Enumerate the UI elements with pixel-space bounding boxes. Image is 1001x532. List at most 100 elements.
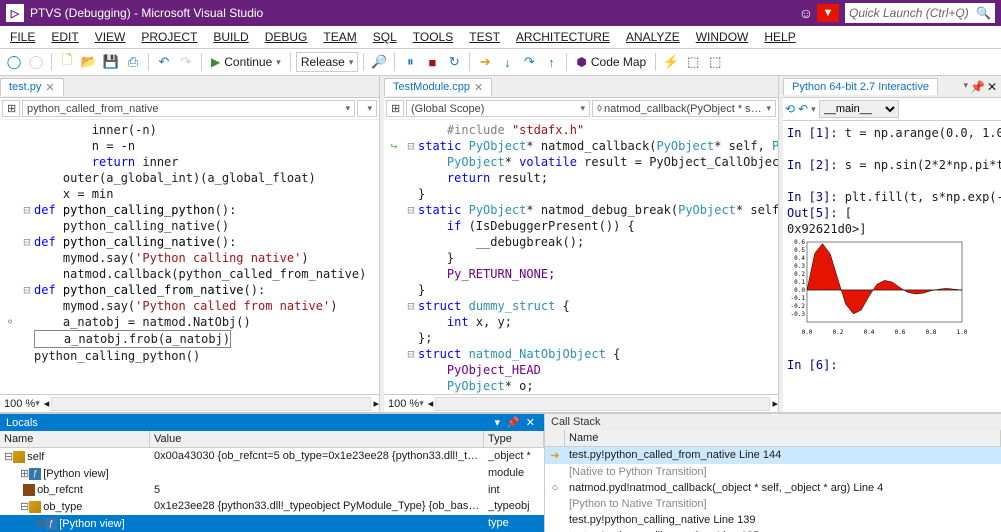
menu-analyze[interactable]: ANALYZE [620, 28, 686, 46]
menu-help[interactable]: HELP [758, 28, 801, 46]
scope-dropdown[interactable]: python_called_from_native▾ [22, 100, 355, 117]
nav-icon[interactable]: ⊞ [386, 100, 404, 117]
menu-debug[interactable]: DEBUG [259, 28, 314, 46]
table-row[interactable]: ○natmod.pyd!natmod_callback(_object * se… [545, 480, 1001, 496]
code-map-button[interactable]: ⬢ Code Map [572, 55, 650, 69]
horizontal-scrollbar[interactable] [435, 397, 770, 411]
dropdown-icon[interactable]: ▾ [492, 416, 504, 429]
dropdown-icon[interactable]: ▾ [963, 80, 968, 94]
undo-icon[interactable]: ↶ [154, 52, 174, 72]
table-row[interactable]: ⊞ƒ[Python view]module [0, 465, 544, 482]
break-all-icon[interactable]: ⏸ [400, 52, 420, 72]
menu-test[interactable]: TEST [463, 28, 506, 46]
nav-icon[interactable]: ⊞ [2, 100, 20, 117]
tab-test-py[interactable]: test.py ✕ [0, 78, 64, 96]
table-row[interactable]: [Python to Native Transition] [545, 496, 1001, 512]
callstack-grid[interactable]: ➔test.py!python_called_from_native Line … [545, 447, 1001, 532]
svg-text:0.6: 0.6 [895, 329, 906, 336]
redo-icon[interactable]: ↷ [176, 52, 196, 72]
find-icon[interactable]: 🔎 [369, 52, 389, 72]
save-icon[interactable]: 💾 [101, 52, 121, 72]
menu-view[interactable]: VIEW [89, 28, 132, 46]
table-row[interactable]: test.py!python_calling_python Line 135 [545, 528, 1001, 532]
window-title: PTVS (Debugging) - Microsoft Visual Stud… [30, 6, 263, 20]
show-next-icon[interactable]: ➔ [475, 52, 495, 72]
pin-icon[interactable]: 📌 [970, 80, 985, 94]
step-out-icon[interactable]: ↑ [541, 52, 561, 72]
feedback-icon[interactable]: ☺ [799, 5, 813, 21]
svg-text:0.8: 0.8 [926, 329, 937, 336]
col-name[interactable]: Name [0, 431, 150, 447]
breakpoint-icon[interactable]: ⬚ [705, 52, 725, 72]
stop-icon[interactable]: ■ [422, 52, 442, 72]
svg-text:0.2: 0.2 [833, 329, 844, 336]
locals-grid[interactable]: ⊟self0x00a43030 {ob_refcnt=5 ob_type=0x1… [0, 448, 544, 532]
menu-project[interactable]: PROJECT [135, 28, 203, 46]
col-type[interactable]: Type [484, 431, 544, 447]
table-row[interactable]: ⊞ƒ[Python view]type [0, 515, 544, 532]
svg-text:-0.1: -0.1 [791, 295, 806, 302]
table-row[interactable]: [Native to Python Transition] [545, 464, 1001, 480]
panel-header: Call Stack [545, 414, 1001, 430]
code-editor-middle[interactable]: #include "stdafx.h"↪⊟static PyObject* na… [384, 120, 778, 394]
thread-icon[interactable]: ⚡ [661, 52, 681, 72]
horizontal-scrollbar[interactable] [51, 397, 371, 411]
table-row[interactable]: test.py!python_calling_native Line 139 [545, 512, 1001, 528]
config-dropdown[interactable]: Release ▾ [296, 52, 359, 72]
new-project-icon[interactable]: 🗋 [57, 52, 77, 72]
member-dropdown[interactable]: ⬨natmod_callback(PyObject * self, PyOb▾ [592, 100, 776, 117]
col-value[interactable]: Value [150, 431, 484, 447]
table-row[interactable]: ⊟ob_type0x1e23ee28 {python33.dll!_typeob… [0, 498, 544, 515]
menu-window[interactable]: WINDOW [690, 28, 755, 46]
menu-bar: FILE EDIT VIEW PROJECT BUILD DEBUG TEAM … [0, 26, 1001, 48]
close-icon[interactable]: ✕ [523, 416, 538, 429]
save-all-icon[interactable]: ⎙ [123, 52, 143, 72]
hex-icon[interactable]: ⬚ [683, 52, 703, 72]
quick-launch-input[interactable]: Quick Launch (Ctrl+Q) 🔍 [845, 3, 995, 23]
menu-build[interactable]: BUILD [207, 28, 254, 46]
tab-testmodule-cpp[interactable]: TestModule.cpp ✕ [384, 78, 492, 96]
close-icon[interactable]: ✕ [474, 81, 483, 94]
pin-icon[interactable]: 📌 [503, 416, 523, 429]
tab-interactive[interactable]: Python 64-bit 2.7 Interactive [783, 78, 938, 95]
member-dropdown[interactable]: ▾ [357, 100, 377, 117]
table-row[interactable]: ⊟self0x00a43030 {ob_refcnt=5 ob_type=0x1… [0, 448, 544, 465]
tab-row: test.py ✕ [0, 76, 379, 98]
step-into-icon[interactable]: ↓ [497, 52, 517, 72]
menu-architecture[interactable]: ARCHITECTURE [510, 28, 616, 46]
title-bar: ▷ PTVS (Debugging) - Microsoft Visual St… [0, 0, 1001, 26]
scope-dropdown[interactable]: (Global Scope)▾ [406, 100, 590, 117]
restart-icon[interactable]: ↻ [444, 52, 464, 72]
callstack-panel: Call Stack Name ➔test.py!python_called_f… [545, 414, 1001, 532]
col-name[interactable]: Name [565, 430, 1001, 446]
nav-fwd-button[interactable]: ◯ [26, 52, 46, 72]
nav-back-button[interactable]: ◯ [4, 52, 24, 72]
code-editor-left[interactable]: inner(-n) n = -n return inner outer(a_gl… [0, 120, 379, 394]
table-row[interactable]: ➔test.py!python_called_from_native Line … [545, 447, 1001, 464]
reset-icon[interactable]: ↶ [798, 102, 808, 116]
interactive-output[interactable]: In [1]: t = np.arange(0.0, 1.01, 0.0 In … [783, 121, 1001, 412]
continue-button[interactable]: ▶ Continue ▾ [207, 55, 285, 69]
svg-text:0.3: 0.3 [794, 263, 805, 270]
interactive-pane: Python 64-bit 2.7 Interactive ▾ 📌 ✕ ⟲ ↶ … [783, 76, 1001, 412]
open-file-icon[interactable]: 📂 [79, 52, 99, 72]
menu-file[interactable]: FILE [4, 28, 41, 46]
module-icon[interactable]: ⟲ [785, 102, 795, 116]
svg-text:0.6: 0.6 [794, 239, 805, 246]
svg-text:0.0: 0.0 [794, 287, 805, 294]
editor-pane-middle: TestModule.cpp ✕ ⊞ (Global Scope)▾ ⬨natm… [384, 76, 779, 412]
zoom-level[interactable]: 100 % [4, 398, 35, 410]
menu-sql[interactable]: SQL [367, 28, 403, 46]
close-icon[interactable]: ✕ [987, 80, 997, 94]
menu-team[interactable]: TEAM [317, 28, 362, 46]
close-icon[interactable]: ✕ [45, 81, 54, 94]
step-over-icon[interactable]: ↷ [519, 52, 539, 72]
nav-bar: ⊞ (Global Scope)▾ ⬨natmod_callback(PyObj… [384, 98, 778, 120]
menu-tools[interactable]: TOOLS [407, 28, 459, 46]
zoom-level[interactable]: 100 % [388, 398, 419, 410]
table-row[interactable]: ob_refcnt5int [0, 482, 544, 498]
menu-edit[interactable]: EDIT [45, 28, 84, 46]
scope-select[interactable]: __main__ [819, 100, 899, 118]
svg-text:0.5: 0.5 [794, 247, 805, 254]
notifications-icon[interactable]: ▼ [817, 4, 839, 22]
